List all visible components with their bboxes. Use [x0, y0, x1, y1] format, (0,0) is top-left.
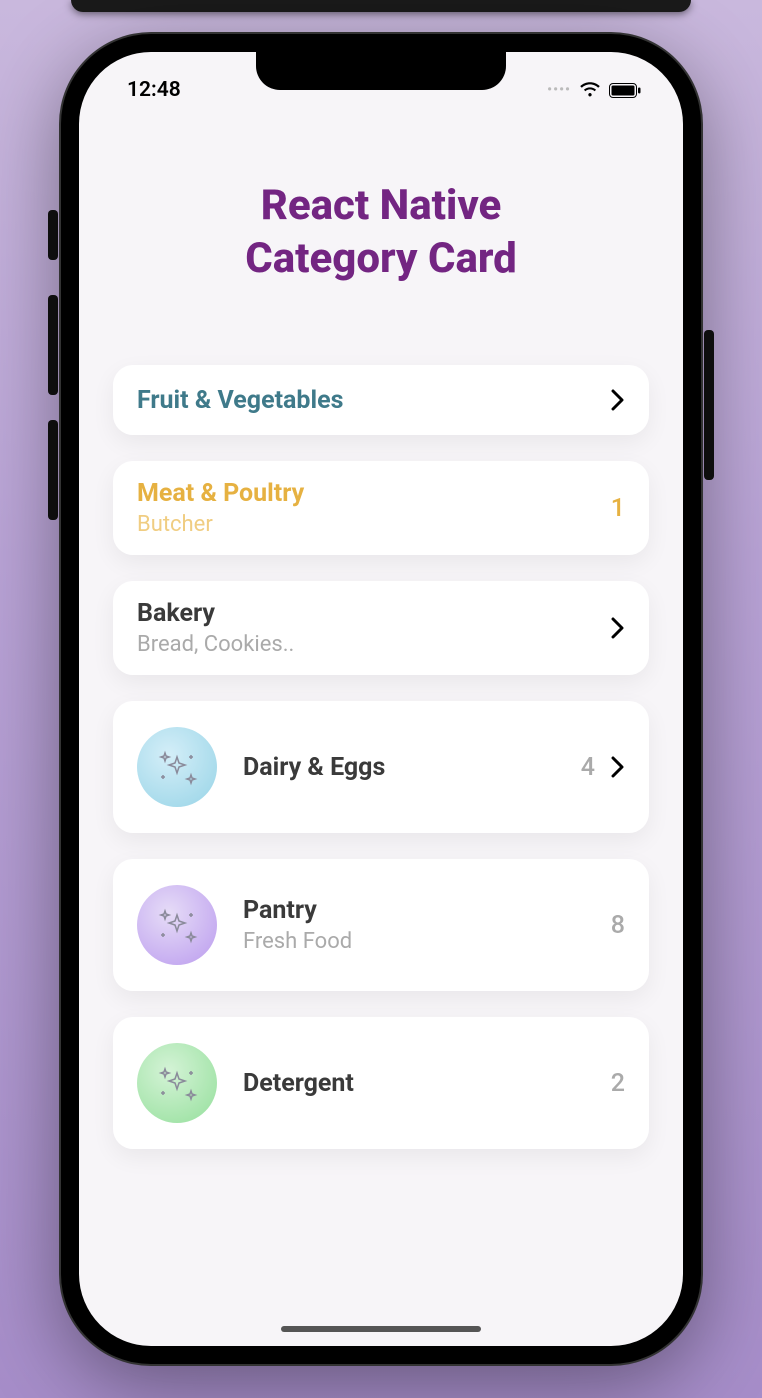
card-right [611, 389, 625, 411]
chevron-right-icon [611, 756, 625, 778]
card-count: 8 [611, 911, 625, 940]
sparkle-icon [137, 1043, 217, 1123]
card-right: 8 [611, 911, 625, 940]
card-text: Dairy & Eggs [243, 753, 581, 782]
phone-notch [256, 52, 506, 90]
category-card-list: Fruit & Vegetables Meat & Poultry Butche… [79, 365, 683, 1149]
card-text: Bakery Bread, Cookies.. [137, 599, 611, 657]
card-right: 4 [581, 753, 625, 782]
card-text: Detergent [243, 1069, 611, 1098]
card-subtitle: Butcher [137, 512, 611, 537]
home-indicator[interactable] [281, 1326, 481, 1332]
card-right: 2 [611, 1069, 625, 1098]
card-count: 4 [581, 753, 595, 782]
page-title: React Native Category Card [79, 180, 683, 285]
page-title-line-1: React Native [261, 181, 502, 230]
cellular-dots-icon: •••• [547, 82, 571, 98]
phone-screen: 12:48 •••• React Native Category Card Fr… [79, 52, 683, 1346]
category-card-dairy-eggs[interactable]: Dairy & Eggs 4 [113, 701, 649, 833]
phone-side-button [48, 295, 58, 395]
card-text: Pantry Fresh Food [243, 896, 611, 954]
card-title: Detergent [243, 1069, 611, 1098]
card-title: Meat & Poultry [137, 479, 611, 508]
sparkle-icon [137, 727, 217, 807]
category-card-fruit-vegetables[interactable]: Fruit & Vegetables [113, 365, 649, 435]
phone-side-button [48, 420, 58, 520]
phone-frame: 12:48 •••• React Native Category Card Fr… [61, 34, 701, 1364]
card-subtitle: Bread, Cookies.. [137, 632, 611, 657]
card-title: Fruit & Vegetables [137, 386, 611, 415]
card-count: 1 [611, 494, 625, 523]
category-card-bakery[interactable]: Bakery Bread, Cookies.. [113, 581, 649, 675]
battery-icon [609, 83, 641, 98]
card-text: Fruit & Vegetables [137, 386, 611, 415]
chevron-right-icon [611, 389, 625, 411]
card-right: 1 [611, 494, 625, 523]
category-card-detergent[interactable]: Detergent 2 [113, 1017, 649, 1149]
phone-side-button [48, 210, 58, 260]
card-text: Meat & Poultry Butcher [137, 479, 611, 537]
card-count: 2 [611, 1069, 625, 1098]
card-title: Pantry [243, 896, 611, 925]
card-subtitle: Fresh Food [243, 929, 611, 954]
status-right: •••• [547, 82, 641, 98]
phone-side-button [704, 330, 714, 480]
card-title: Dairy & Eggs [243, 753, 581, 782]
category-card-meat-poultry[interactable]: Meat & Poultry Butcher 1 [113, 461, 649, 555]
page-title-line-2: Category Card [245, 234, 517, 283]
card-title: Bakery [137, 599, 611, 628]
sparkle-icon [137, 885, 217, 965]
wifi-icon [579, 82, 601, 98]
chevron-right-icon [611, 617, 625, 639]
outer-device-edge [71, 0, 691, 12]
card-right [611, 617, 625, 639]
status-time: 12:48 [127, 78, 181, 102]
category-card-pantry[interactable]: Pantry Fresh Food 8 [113, 859, 649, 991]
